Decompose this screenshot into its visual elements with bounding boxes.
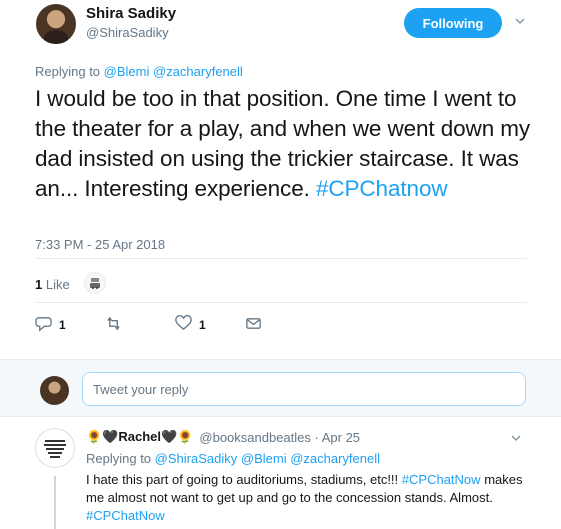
mention-link[interactable]: @ShiraSadiky bbox=[155, 451, 238, 466]
reply-input[interactable]: Tweet your reply bbox=[82, 372, 526, 406]
tweet-header: Shira Sadiky @ShiraSadiky Following bbox=[0, 0, 561, 54]
message-action[interactable] bbox=[245, 315, 262, 335]
like-stats[interactable]: 1 Like bbox=[35, 277, 70, 292]
reply-count: 1 bbox=[59, 318, 66, 332]
reply-author-avatar[interactable] bbox=[35, 428, 75, 468]
replying-to: Replying to @Blemi @zacharyfenell bbox=[35, 64, 243, 79]
reply-action[interactable]: 1 bbox=[35, 315, 66, 335]
reply-tweet[interactable]: 🌻🖤Rachel🖤🌻 @booksandbeatles · Apr 25 Rep… bbox=[0, 418, 561, 529]
tweet-timestamp[interactable]: 7:33 PM - 25 Apr 2018 bbox=[35, 237, 165, 252]
like-label: Like bbox=[45, 277, 70, 292]
divider bbox=[35, 258, 527, 259]
reply-placeholder: Tweet your reply bbox=[93, 381, 189, 397]
retweet-icon bbox=[105, 315, 122, 335]
author-display-name[interactable]: Shira Sadiky bbox=[86, 5, 176, 22]
mention-link[interactable]: @zacharyfenell bbox=[290, 451, 380, 466]
hashtag-link[interactable]: #CPChatnow bbox=[316, 176, 448, 201]
retweet-action[interactable] bbox=[105, 315, 122, 335]
following-button[interactable]: Following bbox=[404, 8, 502, 38]
chevron-down-icon[interactable] bbox=[510, 431, 522, 449]
chevron-down-icon[interactable] bbox=[512, 13, 528, 29]
reply-replying-to: Replying to @ShiraSadiky @Blemi @zachary… bbox=[86, 451, 380, 466]
like-count: 1 bbox=[35, 277, 43, 292]
current-user-avatar bbox=[40, 376, 69, 405]
author-handle[interactable]: @ShiraSadiky bbox=[86, 25, 169, 40]
replying-prefix: Replying to bbox=[86, 451, 152, 466]
divider bbox=[35, 302, 527, 303]
mention-link[interactable]: @Blemi bbox=[104, 64, 150, 79]
reply-composer: Tweet your reply bbox=[0, 359, 561, 417]
replying-prefix: Replying to bbox=[35, 64, 101, 79]
reply-text-before: I hate this part of going to auditoriums… bbox=[86, 472, 399, 487]
reply-icon bbox=[35, 315, 52, 335]
liker-avatar[interactable] bbox=[84, 272, 106, 294]
mention-link[interactable]: @Blemi bbox=[241, 451, 287, 466]
mention-link[interactable]: @zacharyfenell bbox=[153, 64, 243, 79]
envelope-icon bbox=[245, 315, 262, 335]
reply-author-name[interactable]: 🌻🖤Rachel🖤🌻 bbox=[86, 429, 193, 445]
reply-tweet-text: I hate this part of going to auditoriums… bbox=[86, 471, 536, 525]
tweet-body: I would be too in that position. One tim… bbox=[35, 86, 531, 201]
reply-author-handle-time[interactable]: @booksandbeatles · Apr 25 bbox=[199, 430, 360, 445]
hashtag-link[interactable]: #CPChatNow bbox=[402, 472, 481, 487]
hashtag-link[interactable]: #CPChatNow bbox=[86, 508, 165, 523]
tweet-text: I would be too in that position. One tim… bbox=[35, 84, 535, 204]
like-action-count: 1 bbox=[199, 318, 206, 332]
thread-line bbox=[54, 476, 56, 529]
like-action[interactable]: 1 bbox=[175, 315, 206, 335]
reply-header: 🌻🖤Rachel🖤🌻 @booksandbeatles · Apr 25 bbox=[86, 429, 360, 445]
heart-icon bbox=[175, 315, 192, 335]
author-avatar[interactable] bbox=[36, 4, 76, 44]
